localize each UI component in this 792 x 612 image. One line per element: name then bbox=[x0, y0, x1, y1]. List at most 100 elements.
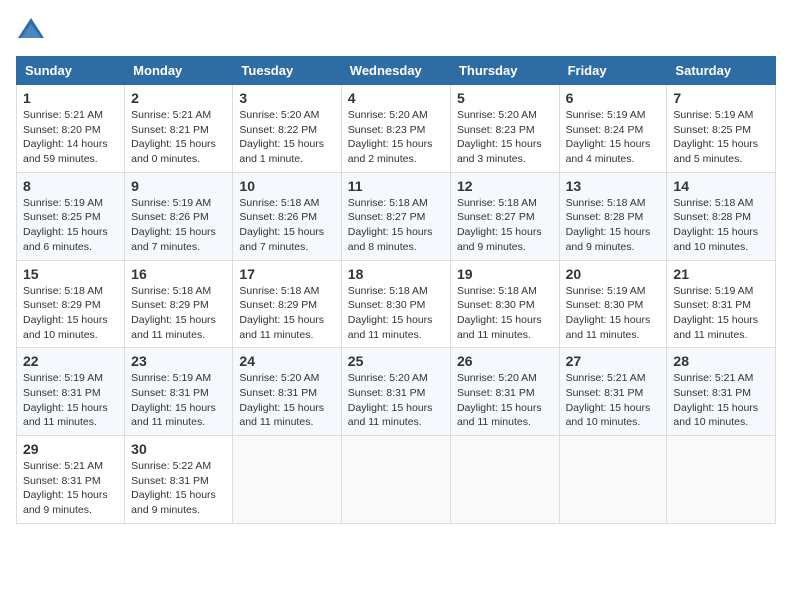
calendar-cell: 29 Sunrise: 5:21 AM Sunset: 8:31 PM Dayli… bbox=[17, 436, 125, 524]
day-info: Sunrise: 5:20 AM Sunset: 8:23 PM Dayligh… bbox=[457, 108, 553, 167]
day-info: Sunrise: 5:19 AM Sunset: 8:25 PM Dayligh… bbox=[673, 108, 769, 167]
day-info: Sunrise: 5:21 AM Sunset: 8:20 PM Dayligh… bbox=[23, 108, 118, 167]
day-number: 12 bbox=[457, 178, 553, 194]
day-info: Sunrise: 5:18 AM Sunset: 8:30 PM Dayligh… bbox=[348, 284, 444, 343]
calendar-cell: 16 Sunrise: 5:18 AM Sunset: 8:29 PM Dayli… bbox=[125, 260, 233, 348]
day-info: Sunrise: 5:19 AM Sunset: 8:24 PM Dayligh… bbox=[566, 108, 661, 167]
day-number: 19 bbox=[457, 266, 553, 282]
day-number: 16 bbox=[131, 266, 226, 282]
page-header bbox=[16, 16, 776, 46]
day-info: Sunrise: 5:18 AM Sunset: 8:27 PM Dayligh… bbox=[348, 196, 444, 255]
calendar-cell bbox=[450, 436, 559, 524]
calendar: SundayMondayTuesdayWednesdayThursdayFrid… bbox=[16, 56, 776, 524]
calendar-cell bbox=[667, 436, 776, 524]
day-info: Sunrise: 5:21 AM Sunset: 8:21 PM Dayligh… bbox=[131, 108, 226, 167]
calendar-cell: 24Sunrise: 5:20 AM Sunset: 8:31 PM Dayli… bbox=[233, 348, 341, 436]
calendar-cell: 12 Sunrise: 5:18 AM Sunset: 8:27 PM Dayli… bbox=[450, 172, 559, 260]
weekday-header-row: SundayMondayTuesdayWednesdayThursdayFrid… bbox=[17, 57, 776, 85]
calendar-cell: 2 Sunrise: 5:21 AM Sunset: 8:21 PM Daylig… bbox=[125, 85, 233, 173]
day-number: 14 bbox=[673, 178, 769, 194]
day-info: Sunrise: 5:18 AM Sunset: 8:30 PM Dayligh… bbox=[457, 284, 553, 343]
calendar-cell: 30 Sunrise: 5:22 AM Sunset: 8:31 PM Dayli… bbox=[125, 436, 233, 524]
calendar-cell: 10 Sunrise: 5:18 AM Sunset: 8:26 PM Dayli… bbox=[233, 172, 341, 260]
week-row-4: 22 Sunrise: 5:19 AM Sunset: 8:31 PM Dayli… bbox=[17, 348, 776, 436]
calendar-cell: 22 Sunrise: 5:19 AM Sunset: 8:31 PM Dayli… bbox=[17, 348, 125, 436]
day-number: 27 bbox=[566, 353, 661, 369]
day-info: Sunrise: 5:18 AM Sunset: 8:28 PM Dayligh… bbox=[673, 196, 769, 255]
day-info: Sunrise: 5:21 AM Sunset: 8:31 PM Dayligh… bbox=[566, 371, 661, 430]
logo bbox=[16, 16, 52, 46]
weekday-monday: Monday bbox=[125, 57, 233, 85]
calendar-cell: 6 Sunrise: 5:19 AM Sunset: 8:24 PM Daylig… bbox=[559, 85, 667, 173]
day-number: 3 bbox=[239, 90, 334, 106]
calendar-cell: 8 Sunrise: 5:19 AM Sunset: 8:25 PM Daylig… bbox=[17, 172, 125, 260]
day-info: Sunrise: 5:18 AM Sunset: 8:26 PM Dayligh… bbox=[239, 196, 334, 255]
calendar-cell: 27 Sunrise: 5:21 AM Sunset: 8:31 PM Dayli… bbox=[559, 348, 667, 436]
day-info: Sunrise: 5:19 AM Sunset: 8:25 PM Dayligh… bbox=[23, 196, 118, 255]
weekday-saturday: Saturday bbox=[667, 57, 776, 85]
weekday-tuesday: Tuesday bbox=[233, 57, 341, 85]
day-number: 10 bbox=[239, 178, 334, 194]
day-info: Sunrise: 5:18 AM Sunset: 8:27 PM Dayligh… bbox=[457, 196, 553, 255]
day-info: Sunrise: 5:20 AM Sunset: 8:31 PM Dayligh… bbox=[348, 371, 444, 430]
weekday-thursday: Thursday bbox=[450, 57, 559, 85]
day-info: Sunrise: 5:19 AM Sunset: 8:31 PM Dayligh… bbox=[673, 284, 769, 343]
calendar-cell: 23 Sunrise: 5:19 AM Sunset: 8:31 PM Dayli… bbox=[125, 348, 233, 436]
calendar-cell: 25 Sunrise: 5:20 AM Sunset: 8:31 PM Dayli… bbox=[341, 348, 450, 436]
day-number: 1 bbox=[23, 90, 118, 106]
week-row-5: 29 Sunrise: 5:21 AM Sunset: 8:31 PM Dayli… bbox=[17, 436, 776, 524]
calendar-cell: 14 Sunrise: 5:18 AM Sunset: 8:28 PM Dayli… bbox=[667, 172, 776, 260]
day-number: 25 bbox=[348, 353, 444, 369]
day-number: 28 bbox=[673, 353, 769, 369]
day-number: 24 bbox=[239, 353, 334, 369]
day-number: 5 bbox=[457, 90, 553, 106]
logo-icon bbox=[16, 16, 46, 46]
calendar-cell bbox=[341, 436, 450, 524]
day-info: Sunrise: 5:18 AM Sunset: 8:29 PM Dayligh… bbox=[131, 284, 226, 343]
weekday-friday: Friday bbox=[559, 57, 667, 85]
calendar-cell: 19 Sunrise: 5:18 AM Sunset: 8:30 PM Dayli… bbox=[450, 260, 559, 348]
day-info: Sunrise: 5:19 AM Sunset: 8:26 PM Dayligh… bbox=[131, 196, 226, 255]
day-number: 23 bbox=[131, 353, 226, 369]
week-row-3: 15Sunrise: 5:18 AM Sunset: 8:29 PM Dayli… bbox=[17, 260, 776, 348]
calendar-cell: 13 Sunrise: 5:18 AM Sunset: 8:28 PM Dayli… bbox=[559, 172, 667, 260]
day-number: 20 bbox=[566, 266, 661, 282]
day-number: 11 bbox=[348, 178, 444, 194]
day-number: 26 bbox=[457, 353, 553, 369]
day-number: 4 bbox=[348, 90, 444, 106]
day-number: 29 bbox=[23, 441, 118, 457]
calendar-cell: 15Sunrise: 5:18 AM Sunset: 8:29 PM Dayli… bbox=[17, 260, 125, 348]
day-number: 2 bbox=[131, 90, 226, 106]
calendar-cell bbox=[233, 436, 341, 524]
day-number: 17 bbox=[239, 266, 334, 282]
day-info: Sunrise: 5:21 AM Sunset: 8:31 PM Dayligh… bbox=[673, 371, 769, 430]
weekday-wednesday: Wednesday bbox=[341, 57, 450, 85]
calendar-cell: 17 Sunrise: 5:18 AM Sunset: 8:29 PM Dayli… bbox=[233, 260, 341, 348]
day-info: Sunrise: 5:18 AM Sunset: 8:29 PM Dayligh… bbox=[23, 284, 118, 343]
calendar-cell: 7 Sunrise: 5:19 AM Sunset: 8:25 PM Daylig… bbox=[667, 85, 776, 173]
day-number: 7 bbox=[673, 90, 769, 106]
week-row-1: 1 Sunrise: 5:21 AM Sunset: 8:20 PM Daylig… bbox=[17, 85, 776, 173]
day-info: Sunrise: 5:20 AM Sunset: 8:22 PM Dayligh… bbox=[239, 108, 334, 167]
day-number: 22 bbox=[23, 353, 118, 369]
calendar-cell: 21Sunrise: 5:19 AM Sunset: 8:31 PM Dayli… bbox=[667, 260, 776, 348]
calendar-cell: 4 Sunrise: 5:20 AM Sunset: 8:23 PM Daylig… bbox=[341, 85, 450, 173]
day-number: 13 bbox=[566, 178, 661, 194]
day-info: Sunrise: 5:18 AM Sunset: 8:28 PM Dayligh… bbox=[566, 196, 661, 255]
day-number: 6 bbox=[566, 90, 661, 106]
day-info: Sunrise: 5:21 AM Sunset: 8:31 PM Dayligh… bbox=[23, 459, 118, 518]
calendar-cell: 3 Sunrise: 5:20 AM Sunset: 8:22 PM Daylig… bbox=[233, 85, 341, 173]
calendar-cell: 26Sunrise: 5:20 AM Sunset: 8:31 PM Dayli… bbox=[450, 348, 559, 436]
day-info: Sunrise: 5:19 AM Sunset: 8:31 PM Dayligh… bbox=[131, 371, 226, 430]
calendar-cell: 1 Sunrise: 5:21 AM Sunset: 8:20 PM Daylig… bbox=[17, 85, 125, 173]
day-number: 8 bbox=[23, 178, 118, 194]
calendar-cell: 20Sunrise: 5:19 AM Sunset: 8:30 PM Dayli… bbox=[559, 260, 667, 348]
day-info: Sunrise: 5:22 AM Sunset: 8:31 PM Dayligh… bbox=[131, 459, 226, 518]
day-info: Sunrise: 5:18 AM Sunset: 8:29 PM Dayligh… bbox=[239, 284, 334, 343]
day-number: 30 bbox=[131, 441, 226, 457]
day-info: Sunrise: 5:19 AM Sunset: 8:31 PM Dayligh… bbox=[23, 371, 118, 430]
calendar-cell: 28 Sunrise: 5:21 AM Sunset: 8:31 PM Dayli… bbox=[667, 348, 776, 436]
calendar-cell: 5 Sunrise: 5:20 AM Sunset: 8:23 PM Daylig… bbox=[450, 85, 559, 173]
day-info: Sunrise: 5:20 AM Sunset: 8:23 PM Dayligh… bbox=[348, 108, 444, 167]
day-number: 9 bbox=[131, 178, 226, 194]
